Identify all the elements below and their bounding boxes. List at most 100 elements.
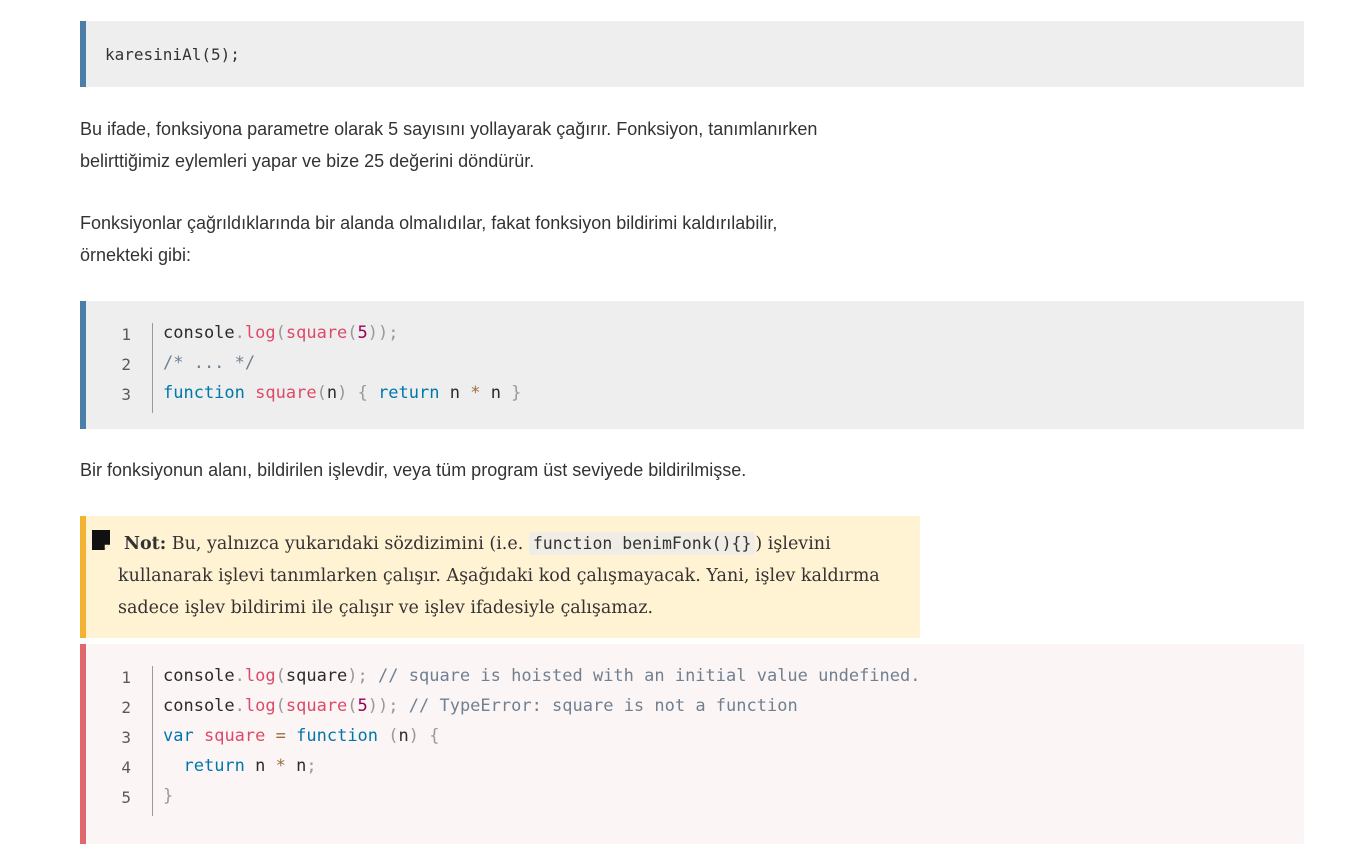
line-number: 2	[121, 698, 131, 717]
code-text: function square(n) { return n * n }	[163, 383, 521, 403]
code-token: 5	[357, 696, 368, 716]
code-line: 4 return n * n;	[86, 753, 1304, 783]
code-line: 1 console.log(square); // square is hoist…	[86, 663, 1304, 693]
code-line: 5}	[86, 783, 1304, 813]
code-token: .	[234, 666, 245, 686]
code-token: }	[511, 383, 522, 403]
code-token: ));	[367, 323, 399, 343]
code-line: 2 /* ... */	[86, 350, 1304, 380]
code-token: n	[326, 383, 338, 403]
code-token: n	[439, 383, 471, 403]
code-token: function	[296, 726, 379, 746]
paragraph-line: Bir fonksiyonun alanı, bildirilen işlevd…	[80, 460, 747, 480]
code-token: }	[163, 786, 174, 806]
code-text: /* ... */	[163, 353, 255, 373]
code-token: )	[337, 383, 348, 403]
code-token: (	[316, 383, 327, 403]
code-line: 2 console.log(square(5)); // TypeError: s…	[86, 693, 1304, 723]
code-token: square	[285, 323, 348, 343]
note-line-2: kullanarak işlevi tanımlarken çalışır. A…	[118, 566, 880, 586]
code-token: 5	[357, 323, 368, 343]
note-text-after: ) işlevini	[755, 534, 831, 554]
code-snippet-call: karesiniAl(5);	[80, 21, 1304, 87]
paragraph-scope: Bir fonksiyonun alanı, bildirilen işlevd…	[80, 454, 980, 486]
line-number: 4	[121, 758, 131, 777]
code-token: (	[275, 666, 286, 686]
line-number: 2	[121, 355, 131, 374]
code-line: 3 function square(n) { return n * n }	[86, 380, 1304, 410]
paragraph-line: Bu ifade, fonksiyona parametre olarak 5 …	[80, 119, 818, 139]
code-token: // square is hoisted with an initial val…	[378, 666, 921, 686]
code-line: 3 var square = function (n) {	[86, 723, 1304, 753]
code-token: (	[275, 696, 286, 716]
paragraph-call-explanation: Bu ifade, fonksiyona parametre olarak 5 …	[80, 113, 940, 177]
code-token: .	[234, 323, 245, 343]
code-text: console.log(square); // square is hoiste…	[163, 666, 920, 686]
paragraph-line: örnekteki gibi:	[80, 245, 192, 265]
line-number: 1	[121, 668, 131, 687]
code-token: // TypeError: square is not a function	[408, 696, 798, 716]
code-token: console	[163, 666, 235, 686]
note-label: Not:	[124, 534, 167, 554]
code-line: 1 console.log(square(5));	[86, 320, 1304, 350]
paragraph-line: belirttiğimiz eylemleri yapar ve bize 25…	[80, 151, 535, 171]
code-token: n	[480, 383, 512, 403]
code-token: *	[275, 756, 286, 776]
code-token: n	[244, 756, 276, 776]
code-token: {	[357, 383, 368, 403]
code-text: }	[163, 786, 173, 806]
code-token: (	[347, 696, 358, 716]
code-token: log	[244, 323, 276, 343]
note-line-3: sadece işlev bildirimi ile çalışır ve iş…	[118, 598, 654, 618]
line-number: 5	[121, 788, 131, 807]
line-number: 1	[121, 325, 131, 344]
code-text: return n * n;	[163, 756, 317, 776]
code-text: var square = function (n) {	[163, 726, 440, 746]
code-token: square	[285, 666, 348, 686]
note-text-before: Bu, yalnızca yukarıdaki sözdizimini (i.e…	[166, 534, 529, 554]
note-icon	[92, 530, 110, 550]
line-number: 3	[121, 385, 131, 404]
code-token: .	[234, 696, 245, 716]
code-block-hoisting-example: 1 console.log(square(5)); 2/* ... */3 funct…	[80, 301, 1304, 429]
code-token: log	[244, 666, 276, 686]
code-snippet-text: karesiniAl(5);	[105, 44, 240, 64]
line-number: 3	[121, 728, 131, 747]
code-token: );	[347, 666, 368, 686]
code-token: {	[429, 726, 440, 746]
code-token: square	[285, 696, 348, 716]
code-token: square	[255, 383, 317, 403]
code-text: console.log(square(5));	[163, 323, 399, 343]
code-token: return	[378, 383, 440, 403]
code-token: var	[163, 726, 194, 746]
code-token: (	[275, 323, 286, 343]
code-token: *	[470, 383, 481, 403]
code-token: ;	[306, 756, 317, 776]
code-block-bad-example: 1 console.log(square); // square is hoist…	[80, 644, 1304, 844]
code-token: n	[285, 756, 307, 776]
note-inline-code: function benimFonk(){}	[528, 532, 756, 555]
code-token: console	[163, 323, 235, 343]
code-token: ));	[367, 696, 399, 716]
code-token: /* ... */	[163, 353, 256, 373]
code-token: return	[183, 756, 245, 776]
code-token: =	[275, 726, 286, 746]
paragraph-line: Fonksiyonlar çağrıldıklarında bir alanda…	[80, 213, 778, 233]
paragraph-hoisting-intro: Fonksiyonlar çağrıldıklarında bir alanda…	[80, 207, 940, 271]
code-token: (	[347, 323, 358, 343]
code-token: )	[408, 726, 420, 746]
code-token: console	[163, 696, 235, 716]
note-text: Not: Bu, yalnızca yukarıdaki sözdizimini…	[118, 528, 898, 624]
note-callout: Not: Bu, yalnızca yukarıdaki sözdizimini…	[80, 516, 920, 638]
code-token: (	[388, 726, 399, 746]
